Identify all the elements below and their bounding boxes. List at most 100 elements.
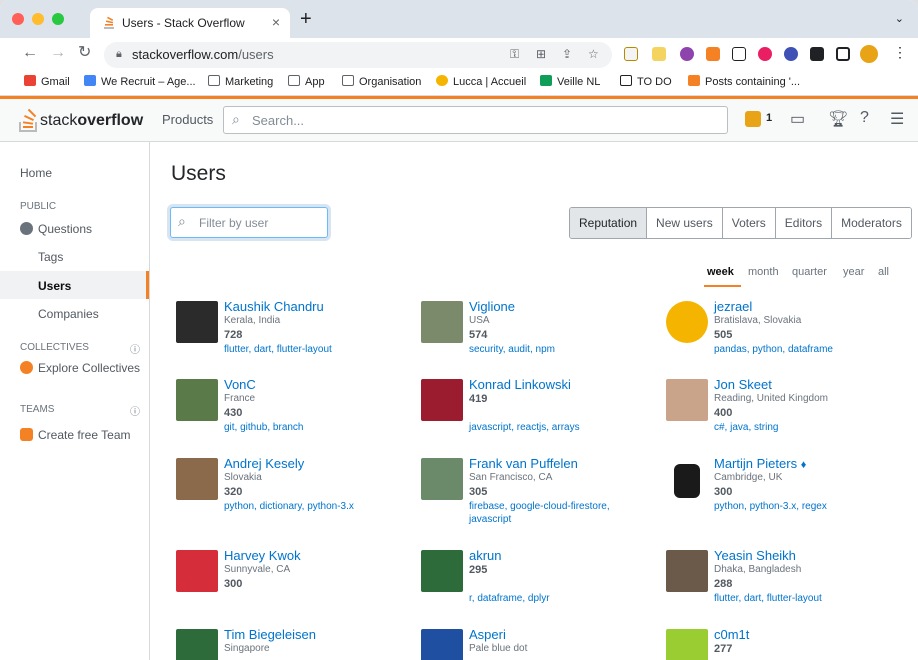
sidepanel-icon[interactable] xyxy=(836,47,850,61)
stackexchange-icon[interactable]: ☰ xyxy=(890,109,904,129)
user-avatar[interactable] xyxy=(176,550,218,592)
tab-voters[interactable]: Voters xyxy=(722,208,776,238)
user-avatar[interactable] xyxy=(421,379,463,421)
user-name[interactable]: Harvey Kwok xyxy=(224,548,301,563)
user-avatar[interactable] xyxy=(421,458,463,500)
extension-headset-icon[interactable] xyxy=(784,47,798,61)
period-all[interactable]: all xyxy=(878,266,889,278)
user-tags[interactable]: firebase, google-cloud-firestore, javasc… xyxy=(469,500,639,526)
filter-by-user-input[interactable]: ⌕ Filter by user xyxy=(170,207,328,238)
share-icon[interactable]: ⇪ xyxy=(562,47,572,61)
user-tags[interactable]: javascript, reactjs, arrays xyxy=(469,421,659,434)
period-week[interactable]: week xyxy=(707,266,734,278)
user-name[interactable]: Jon Skeet xyxy=(714,377,772,392)
products-link[interactable]: Products xyxy=(162,112,213,127)
so-logo[interactable]: stackoverflow xyxy=(18,105,148,135)
user-name[interactable]: VonC xyxy=(224,377,256,392)
bookmark-we-recruit[interactable]: We Recruit – Age... xyxy=(84,75,196,88)
tab-editors[interactable]: Editors xyxy=(775,208,833,238)
user-name[interactable]: Tim Biegeleisen xyxy=(224,629,316,642)
maximize-window-button[interactable] xyxy=(52,13,64,25)
so-search-input[interactable]: ⌕ Search... xyxy=(223,106,728,134)
user-tags[interactable]: r, dataframe, dplyr xyxy=(469,592,659,605)
extension-yellow-icon[interactable] xyxy=(652,47,666,61)
user-name[interactable]: c0m1t xyxy=(714,629,749,642)
user-avatar[interactable] xyxy=(176,301,218,343)
period-quarter[interactable]: quarter xyxy=(792,266,827,278)
translate-icon[interactable]: ⊞ xyxy=(536,47,546,61)
close-window-button[interactable] xyxy=(12,13,24,25)
user-tags[interactable]: flutter, dart, flutter-layout xyxy=(714,592,904,605)
user-avatar[interactable] xyxy=(176,629,218,660)
period-year[interactable]: year xyxy=(843,266,864,278)
chevron-down-icon[interactable]: ⌄ xyxy=(895,12,904,25)
user-name[interactable]: Frank van Puffelen xyxy=(469,456,578,471)
user-name[interactable]: jezrael xyxy=(714,299,752,314)
user-avatar[interactable] xyxy=(666,379,708,421)
period-month[interactable]: month xyxy=(748,266,779,278)
nav-tags[interactable]: Tags xyxy=(38,250,63,264)
user-avatar[interactable] xyxy=(666,458,708,500)
user-avatar[interactable] xyxy=(421,629,463,660)
user-name[interactable]: Konrad Linkowski xyxy=(469,377,571,392)
user-tags[interactable]: pandas, python, dataframe xyxy=(714,343,904,356)
user-avatar[interactable] xyxy=(666,629,708,660)
info-icon[interactable]: ⓘ xyxy=(130,341,140,356)
close-icon[interactable]: × xyxy=(272,14,280,30)
user-name[interactable]: Yeasin Sheikh xyxy=(714,548,796,563)
user-tags[interactable]: python, dictionary, python-3.x xyxy=(224,500,414,513)
trophy-icon[interactable]: 🏆︎ xyxy=(828,109,848,129)
user-tags[interactable]: security, audit, npm xyxy=(469,343,659,356)
nav-companies[interactable]: Companies xyxy=(38,307,99,321)
minimize-window-button[interactable] xyxy=(32,13,44,25)
forward-arrow-icon[interactable]: → xyxy=(50,44,66,62)
user-avatar[interactable] xyxy=(176,458,218,500)
user-name[interactable]: akrun xyxy=(469,548,502,563)
tab-moderators[interactable]: Moderators xyxy=(832,208,911,238)
user-avatar[interactable] xyxy=(666,550,708,592)
bookmark-app[interactable]: App xyxy=(288,75,325,88)
extension-lt-icon[interactable] xyxy=(624,47,638,61)
tab-reputation[interactable]: Reputation xyxy=(570,208,648,238)
bookmark-posts[interactable]: Posts containing '... xyxy=(688,75,800,88)
bookmark-organisation[interactable]: Organisation xyxy=(342,75,421,88)
inbox-icon[interactable]: ▭ xyxy=(790,109,805,129)
nav-create-team[interactable]: Create free Team xyxy=(20,428,131,442)
user-tags[interactable]: python, python-3.x, regex xyxy=(714,500,904,513)
extension-orange-icon[interactable] xyxy=(706,47,720,61)
extension-notion-icon[interactable] xyxy=(732,47,746,61)
bookmark-lucca[interactable]: Lucca | Accueil xyxy=(436,75,526,88)
extension-circle-icon[interactable] xyxy=(680,47,694,61)
user-avatar[interactable] xyxy=(421,301,463,343)
address-bar[interactable]: 🔒︎ stackoverflow.com/users ⚿ ⊞ ⇪ ☆ xyxy=(104,42,612,68)
bookmark-star-icon[interactable]: ☆ xyxy=(588,47,599,61)
user-name[interactable]: Andrej Kesely xyxy=(224,456,304,471)
user-avatar[interactable] xyxy=(176,379,218,421)
user-name[interactable]: Kaushik Chandru xyxy=(224,299,324,314)
kebab-menu-icon[interactable]: ⋮ xyxy=(893,44,907,61)
tab-new-users[interactable]: New users xyxy=(647,208,723,238)
info-icon[interactable]: ⓘ xyxy=(130,403,140,418)
user-tags[interactable]: flutter, dart, flutter-layout xyxy=(224,343,414,356)
profile-avatar[interactable] xyxy=(860,45,878,63)
browser-tab[interactable]: Users - Stack Overflow × xyxy=(90,8,290,38)
nav-explore-collectives[interactable]: Explore Collectives xyxy=(20,361,140,375)
back-arrow-icon[interactable]: ← xyxy=(22,44,38,62)
user-tags[interactable]: c#, java, string xyxy=(714,421,904,434)
help-icon[interactable]: ? xyxy=(860,109,869,127)
extension-pink-icon[interactable] xyxy=(758,47,772,61)
bookmark-gmail[interactable]: Gmail xyxy=(24,75,70,88)
user-name[interactable]: Martijn Pieters ♦ xyxy=(714,456,806,471)
user-tags[interactable]: git, github, branch xyxy=(224,421,414,434)
puzzle-icon[interactable] xyxy=(810,47,824,61)
nav-users[interactable]: Users xyxy=(38,279,71,293)
nav-home[interactable]: Home xyxy=(20,166,52,180)
new-tab-button[interactable]: + xyxy=(300,9,312,29)
user-avatar[interactable] xyxy=(666,301,708,343)
bookmark-todo[interactable]: TO DO xyxy=(620,75,672,88)
user-name[interactable]: Asperi xyxy=(469,629,506,642)
user-name[interactable]: Viglione xyxy=(469,299,515,314)
reload-icon[interactable]: ↻ xyxy=(78,44,91,62)
user-avatar[interactable] xyxy=(421,550,463,592)
bookmark-marketing[interactable]: Marketing xyxy=(208,75,273,88)
